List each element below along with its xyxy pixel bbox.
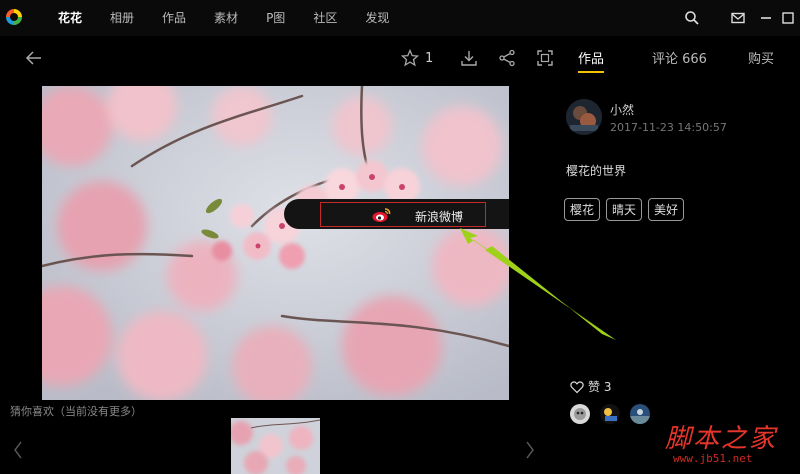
liker-avatar[interactable] — [630, 404, 650, 424]
related-thumbnail[interactable] — [231, 418, 320, 474]
tag-item[interactable]: 晴天 — [606, 198, 643, 221]
photo-caption: 樱花的世界 — [566, 164, 627, 178]
mail-icon[interactable] — [730, 10, 746, 26]
main-photo[interactable] — [42, 86, 509, 400]
author-name[interactable]: 小然 — [610, 101, 634, 118]
nav-item-huahua[interactable]: 花花 — [44, 0, 96, 36]
avatar[interactable] — [566, 99, 602, 135]
tab-comments[interactable]: 评论 666 — [652, 48, 707, 67]
minimize-icon[interactable] — [758, 10, 774, 26]
post-timestamp: 2017-11-23 14:50:57 — [610, 121, 727, 134]
watermark-url: www.jb51.net — [673, 452, 753, 465]
photo-toolbar: 1 作品 评论 666 购买 — [0, 36, 800, 80]
watermark: 脚本之家 www.jb51.net — [665, 418, 795, 468]
like-count: 赞 3 — [588, 380, 612, 394]
share-icon[interactable] — [498, 48, 516, 68]
liker-avatar[interactable] — [570, 404, 590, 424]
maximize-icon[interactable] — [780, 10, 796, 26]
nav-item-works[interactable]: 作品 — [148, 0, 200, 36]
watermark-title: 脚本之家 — [665, 424, 778, 454]
search-icon[interactable] — [684, 10, 700, 26]
tab-buy[interactable]: 购买 — [748, 48, 774, 67]
main-nav: 花花 相册 作品 素材 P图 社区 发现 — [44, 0, 403, 36]
tag-list: 樱花 晴天 美好 — [564, 198, 685, 221]
chevron-right-icon[interactable] — [524, 440, 536, 460]
fullscreen-icon[interactable] — [536, 48, 554, 68]
nav-item-photo-edit[interactable]: P图 — [252, 0, 299, 36]
tag-item[interactable]: 樱花 — [564, 198, 601, 221]
top-bar: 花花 相册 作品 素材 P图 社区 发现 — [0, 0, 800, 36]
chevron-left-icon[interactable] — [12, 440, 24, 460]
share-weibo-label: 新浪微博 — [415, 210, 464, 224]
nav-item-album[interactable]: 相册 — [96, 0, 148, 36]
liker-avatar[interactable] — [600, 404, 620, 424]
download-icon[interactable] — [460, 48, 478, 68]
nav-item-community[interactable]: 社区 — [299, 0, 351, 36]
tag-item[interactable]: 美好 — [648, 198, 685, 221]
weibo-icon — [372, 208, 391, 222]
tab-works[interactable]: 作品 — [578, 48, 605, 73]
nav-item-discover[interactable]: 发现 — [351, 0, 403, 36]
star-icon — [401, 49, 419, 67]
nav-item-materials[interactable]: 素材 — [200, 0, 252, 36]
star-count: 1 — [425, 50, 434, 66]
star-button[interactable]: 1 — [401, 48, 433, 68]
app-logo-icon[interactable] — [6, 9, 22, 25]
back-arrow-icon[interactable] — [24, 48, 44, 68]
heart-icon — [570, 380, 584, 393]
like-button[interactable]: 赞 3 — [570, 378, 611, 395]
share-weibo-button[interactable]: 新浪微博 — [320, 202, 486, 227]
related-title: 猜你喜欢（当前没有更多） — [10, 405, 142, 418]
